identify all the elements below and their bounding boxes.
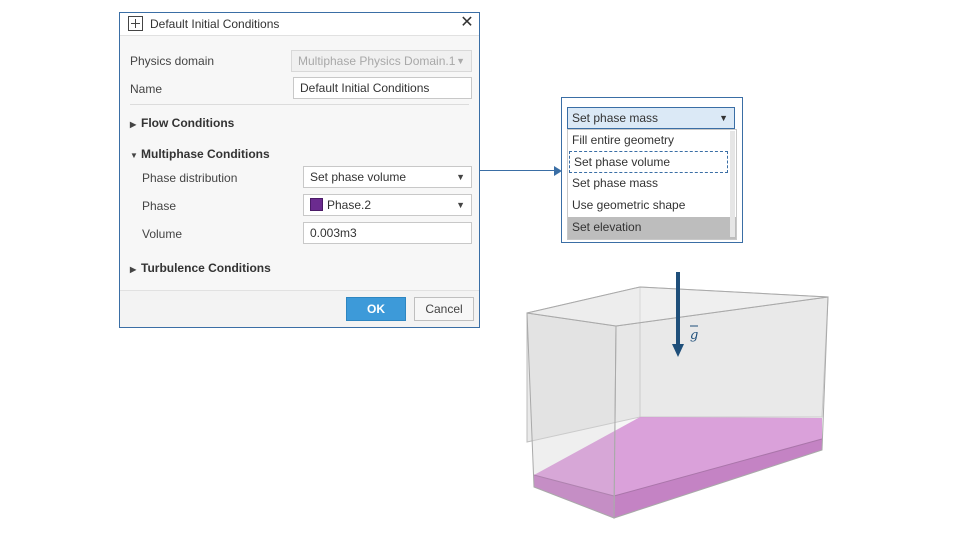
box-illustration: g <box>526 272 829 519</box>
box-front-left-face <box>526 312 617 519</box>
gravity-label: g <box>690 328 698 343</box>
box-front-right-face <box>613 296 829 519</box>
